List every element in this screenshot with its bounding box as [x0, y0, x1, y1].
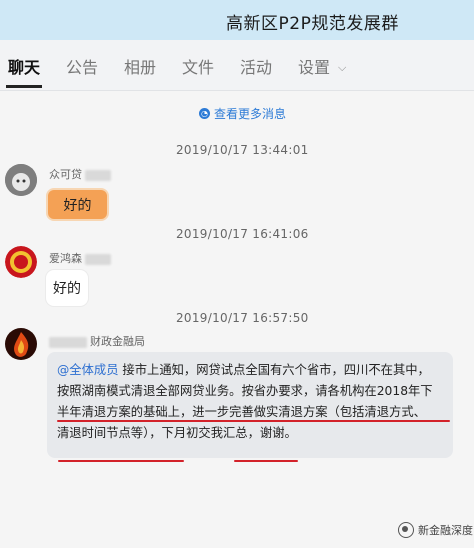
message-line: 清退时间节点等），下月初交我汇总，谢谢。	[57, 426, 297, 440]
publisher-logo-icon	[398, 522, 414, 538]
club-crest-icon	[5, 246, 37, 278]
cat-avatar-icon	[5, 164, 37, 196]
message-bubble[interactable]: 好的	[46, 270, 88, 306]
redacted-mark	[85, 253, 111, 265]
red-underline-annotation	[234, 460, 298, 462]
message-text: 接市上通知，网贷试点全国有六个省市，四川不在其中，	[122, 363, 430, 377]
red-underline-annotation	[58, 460, 184, 462]
sender-name: 众可贷	[49, 166, 111, 182]
message-text: 好的	[63, 197, 92, 214]
watermark-text: 新金融深度	[418, 524, 473, 537]
message-line: 按照湖南模式清退全部网贷业务。按省办要求，请各机构在2018年下	[57, 384, 433, 398]
tab-chat[interactable]: 聊天	[8, 54, 40, 78]
active-tab-indicator	[6, 85, 42, 88]
tab-bar: 聊天 公告 相册 文件 活动 设置 ⌵	[0, 40, 474, 91]
tab-activity[interactable]: 活动	[240, 54, 272, 78]
avatar[interactable]	[5, 164, 37, 196]
sender-name: 爱鸿森	[49, 250, 111, 266]
message-bubble[interactable]: 好的	[46, 188, 109, 221]
redacted-mark	[49, 336, 87, 348]
message-timestamp: 2019/10/17 13:44:01	[176, 143, 309, 157]
watermark: 新金融深度	[398, 522, 473, 538]
message-timestamp: 2019/10/17 16:41:06	[176, 227, 309, 241]
view-more-messages-link[interactable]: ◔ 查看更多消息	[199, 105, 286, 122]
sender-name-text: 众可贷	[49, 168, 82, 181]
tab-files[interactable]: 文件	[182, 54, 214, 78]
tab-settings-label: 设置	[298, 58, 331, 77]
tab-album[interactable]: 相册	[124, 54, 156, 78]
tab-announcement[interactable]: 公告	[66, 54, 98, 78]
redacted-mark	[85, 169, 111, 181]
announcement-message-bubble[interactable]: @全体成员 接市上通知，网贷试点全国有六个省市，四川不在其中， 按照湖南模式清退…	[47, 352, 453, 458]
view-more-label: 查看更多消息	[214, 107, 287, 121]
chevron-down-icon: ⌵	[338, 61, 347, 74]
red-underline-annotation	[57, 420, 450, 422]
group-title: 高新区P2P规范发展群	[226, 14, 399, 34]
message-line: @全体成员 接市上通知，网贷试点全国有六个省市，四川不在其中，	[57, 360, 443, 381]
clock-icon: ◔	[199, 108, 210, 119]
tab-settings[interactable]: 设置 ⌵	[298, 54, 346, 78]
avatar[interactable]	[5, 246, 37, 278]
flame-avatar-icon	[5, 328, 37, 360]
sender-name-text: 爱鸿森	[49, 252, 82, 265]
title-bar: 高新区P2P规范发展群	[0, 0, 474, 40]
message-timestamp: 2019/10/17 16:57:50	[176, 311, 309, 325]
sender-name-text: 财政金融局	[90, 335, 145, 348]
mention-all-link[interactable]: @全体成员	[57, 363, 119, 377]
sender-name: 财政金融局	[49, 333, 145, 349]
message-text: 好的	[53, 281, 81, 297]
avatar[interactable]	[5, 328, 37, 360]
